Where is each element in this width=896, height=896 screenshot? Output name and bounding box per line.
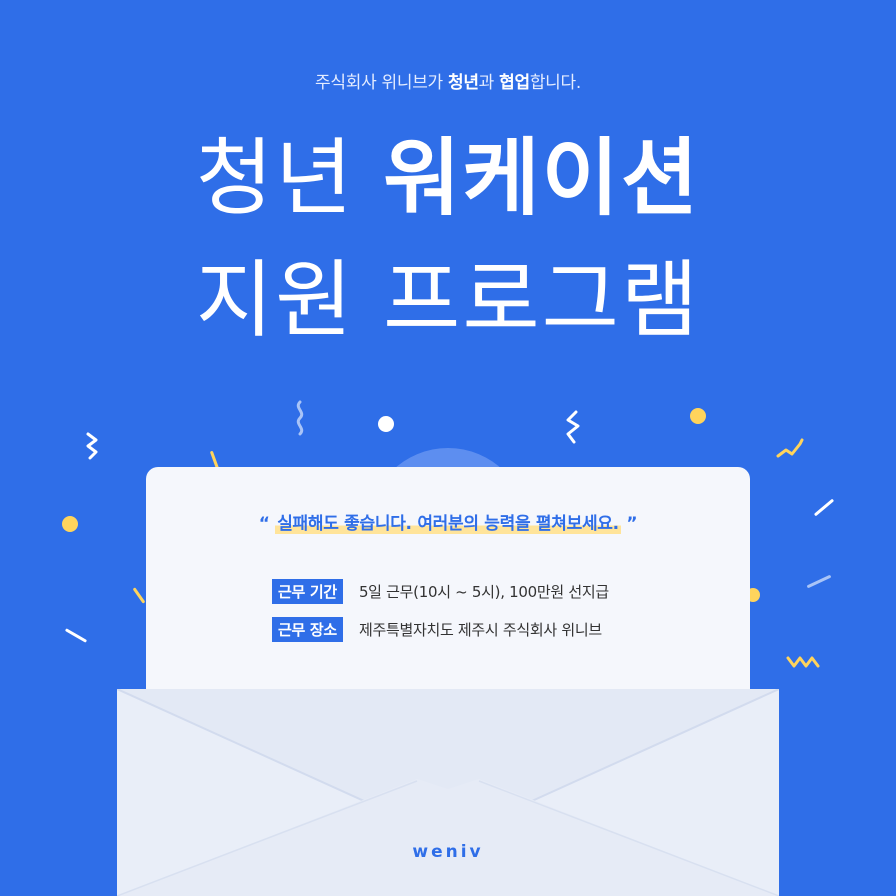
subtitle-bold-youth: 청년 — [447, 73, 479, 93]
weniv-logo: weniv — [412, 842, 484, 862]
confetti-dot-icon — [62, 516, 78, 532]
info-tag-location: 근무 장소 — [272, 617, 343, 642]
subtitle-bold-collab: 협업 — [499, 73, 530, 93]
confetti-squiggle-icon — [86, 432, 98, 460]
confetti-dot-icon — [378, 416, 394, 432]
title-line-2: 지원 프로그램 — [195, 251, 701, 349]
confetti-squiggle-icon — [776, 438, 804, 458]
confetti-line-icon — [813, 498, 835, 517]
confetti-dot-icon — [690, 408, 706, 424]
title-line-1: 청년 워케이션 — [0, 128, 896, 228]
header-subtitle: 주식회사 위니브가 청년과 협업합니다. — [0, 68, 896, 93]
info-text-period: 5일 근무(10시 ~ 5시), 100만원 선지급 — [358, 583, 609, 601]
envelope — [117, 689, 779, 896]
confetti-line-icon — [806, 574, 832, 589]
confetti-line-icon — [132, 587, 146, 604]
quote-open-mark: “ — [258, 514, 276, 534]
confetti-squiggle-icon — [566, 410, 580, 444]
info-row-location: 근무 장소 제주특별자치도 제주시 주식회사 위니브 — [272, 617, 602, 642]
quote-close-mark: ” — [620, 514, 638, 534]
letter-quote: “ 실패해도 좋습니다. 여러분의 능력을 펼쳐보세요. ” — [146, 509, 750, 534]
subtitle-text-post: 합니다. — [529, 73, 581, 93]
subtitle-text-pre: 주식회사 위니브가 — [315, 73, 448, 93]
info-tag-period: 근무 기간 — [272, 579, 343, 604]
quote-text: 실패해도 좋습니다. 여러분의 능력을 펼쳐보세요. — [275, 514, 621, 534]
confetti-squiggle-icon — [786, 656, 820, 668]
info-text-location: 제주특별자치도 제주시 주식회사 위니브 — [358, 621, 602, 639]
title-workation: 워케이션 — [383, 129, 701, 227]
info-row-period: 근무 기간 5일 근무(10시 ~ 5시), 100만원 선지급 — [272, 579, 609, 604]
subtitle-text-mid: 과 — [478, 73, 500, 93]
confetti-line-icon — [64, 628, 88, 643]
confetti-squiggle-icon — [296, 400, 304, 436]
title-youth: 청년 — [195, 129, 384, 227]
